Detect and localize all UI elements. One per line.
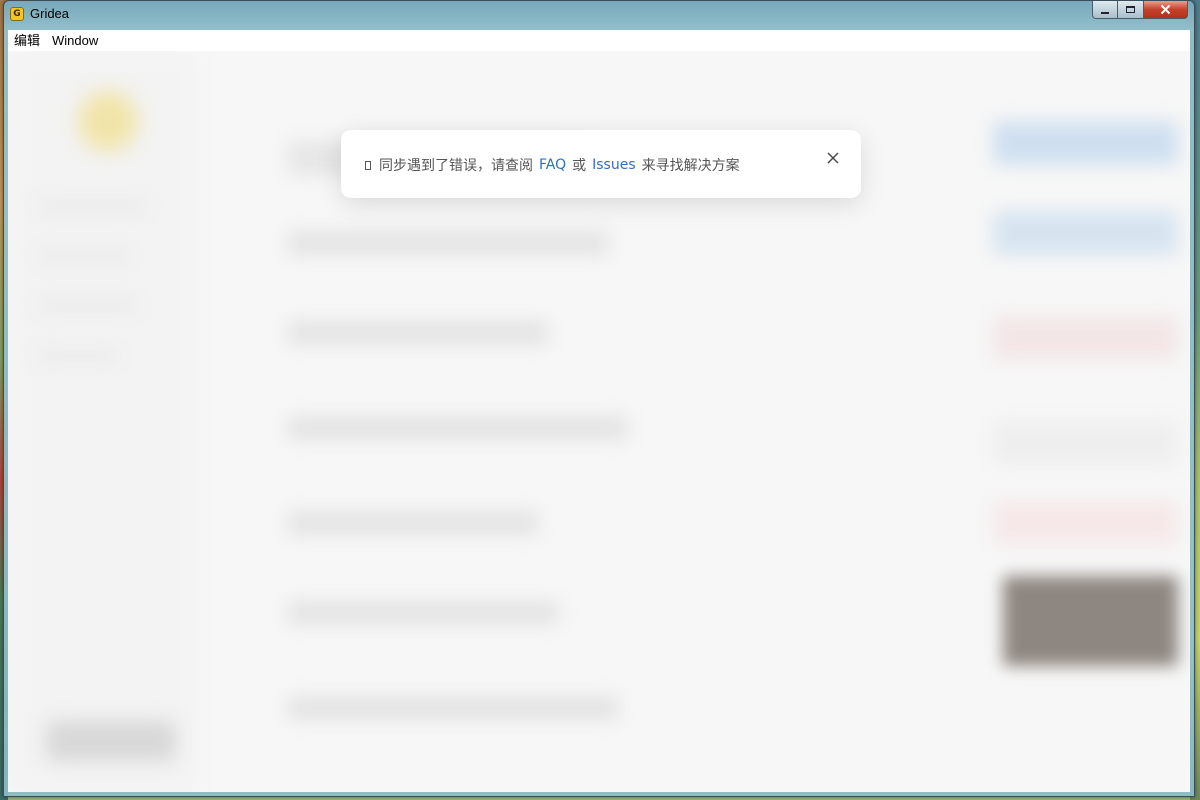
post-item — [288, 511, 538, 535]
client-area: 编辑 Window 同步遇到了错误，请查阅 FAQ 或 Issues 来寻找解决… — [8, 30, 1190, 792]
menu-edit[interactable]: 编辑 — [8, 30, 46, 51]
post-item — [288, 416, 628, 440]
app-window: G Gridea 编辑 Window 同步遇到了错误，请查阅 FAQ 或 Iss… — [3, 0, 1195, 797]
close-icon — [827, 152, 839, 164]
sync-error-message: 同步遇到了错误，请查阅 FAQ 或 Issues 来寻找解决方案 — [365, 155, 740, 175]
dialog-close-button[interactable] — [825, 150, 841, 166]
thumbnail-image — [1003, 576, 1178, 666]
faq-link[interactable]: FAQ — [539, 157, 566, 173]
maximize-button[interactable] — [1118, 1, 1144, 19]
error-icon — [365, 160, 371, 170]
sidebar-item — [38, 351, 118, 361]
menu-window[interactable]: Window — [46, 30, 104, 51]
window-controls — [1092, 1, 1188, 21]
avatar — [78, 91, 138, 151]
right-card — [993, 421, 1178, 465]
message-middle: 或 — [572, 158, 587, 174]
sidebar-item — [38, 251, 128, 261]
maximize-icon — [1126, 6, 1135, 13]
issues-link[interactable]: Issues — [592, 157, 636, 173]
sync-error-dialog: 同步遇到了错误，请查阅 FAQ 或 Issues 来寻找解决方案 — [341, 130, 861, 198]
sidebar-background — [8, 51, 198, 792]
right-card — [993, 211, 1178, 255]
sidebar-item — [38, 201, 148, 211]
post-item — [288, 696, 618, 720]
window-title: Gridea — [30, 6, 70, 21]
post-item — [288, 321, 548, 345]
title-bar[interactable]: G Gridea — [4, 1, 1194, 29]
right-card — [993, 121, 1178, 165]
close-icon — [1160, 4, 1171, 15]
message-suffix: 来寻找解决方案 — [641, 158, 740, 174]
sidebar-button — [46, 721, 176, 761]
post-item — [288, 231, 608, 255]
menu-bar: 编辑 Window — [8, 30, 1190, 51]
close-window-button[interactable] — [1144, 1, 1188, 19]
message-prefix: 同步遇到了错误，请查阅 — [379, 158, 533, 174]
right-card — [993, 316, 1178, 360]
right-card — [993, 501, 1178, 545]
minimize-icon — [1101, 11, 1109, 14]
sidebar-item — [38, 301, 138, 311]
post-item — [288, 601, 558, 625]
gridea-app-icon: G — [10, 7, 24, 21]
minimize-button[interactable] — [1092, 1, 1118, 19]
